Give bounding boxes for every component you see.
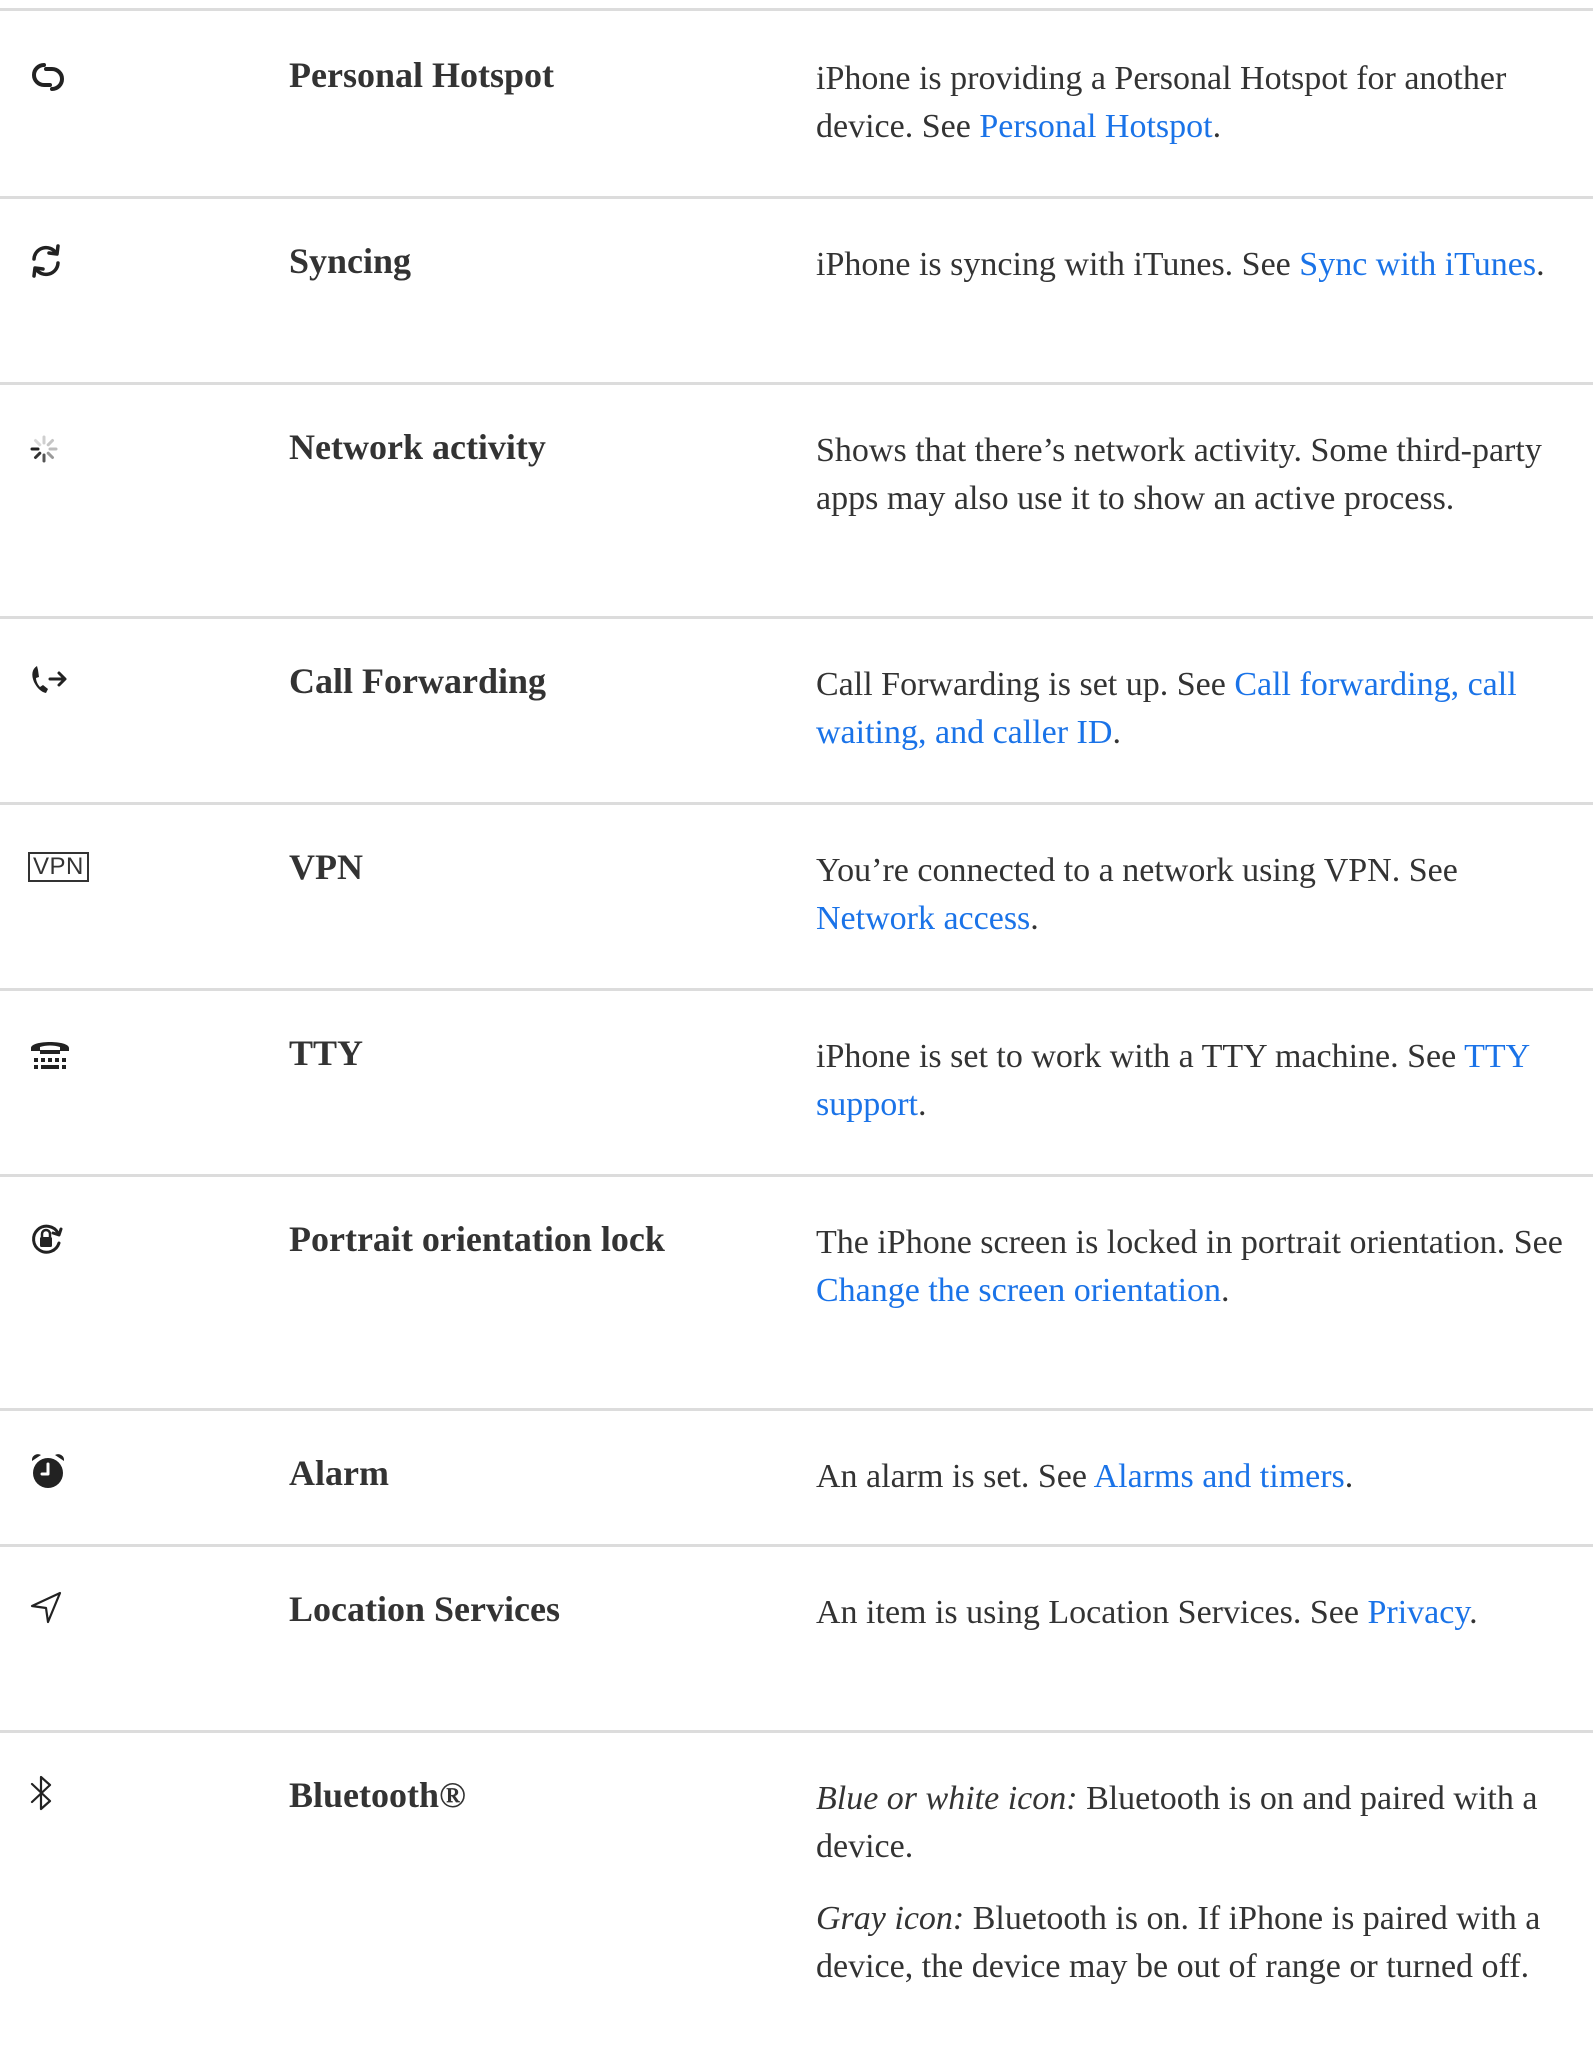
description-text: . [1221,1272,1230,1309]
row-description: iPhone is providing a Personal Hotspot f… [816,55,1584,151]
link-sync-with-itunes[interactable]: Sync with iTunes [1299,246,1536,283]
call-forwarding-icon [28,657,88,701]
personal-hotspot-icon [28,55,88,99]
row-name: VPN [289,847,363,887]
row-name: Location Services [289,1589,560,1629]
description-text: Call Forwarding is set up. See [816,666,1235,703]
alarm-icon [28,1449,88,1493]
row-name: Call Forwarding [289,661,546,701]
link-change-screen-orientation[interactable]: Change the screen orientation [816,1272,1221,1309]
row-description: Shows that there’s network activity. Som… [816,427,1584,523]
description-label: Gray icon: [816,1900,965,1937]
tty-icon [28,1031,88,1075]
row-description: Call Forwarding is set up. See Call forw… [816,661,1584,757]
row-description: Blue or white icon: Bluetooth is on and … [816,1775,1584,1991]
table-row: Location Services An item is using Locat… [0,1544,1593,1733]
description-text: An alarm is set. See [816,1458,1094,1495]
description-text: . [1344,1458,1354,1495]
vpn-icon-label: VPN [28,852,89,882]
orientation-lock-icon [28,1217,88,1261]
description-text: . [1469,1594,1478,1631]
table-row: Portrait orientation lock The iPhone scr… [0,1174,1593,1411]
vpn-icon: VPN [28,845,128,889]
row-name: Bluetooth® [289,1775,466,1815]
row-description: The iPhone screen is locked in portrait … [816,1219,1584,1315]
row-name: Personal Hotspot [289,55,554,95]
table-row: Alarm An alarm is set. See Alarms and ti… [0,1408,1593,1547]
description-label: Blue or white icon: [816,1780,1078,1817]
description-text: . [918,1086,927,1123]
table-row: TTY iPhone is set to work with a TTY mac… [0,988,1593,1177]
row-description: An alarm is set. See Alarms and timers. [816,1453,1584,1501]
description-text: . [1030,900,1039,937]
description-text: iPhone is set to work with a TTY machine… [816,1038,1465,1075]
description-text: iPhone is syncing with iTunes. See [816,246,1300,283]
row-name: Syncing [289,241,412,281]
row-name: Portrait orientation lock [289,1219,665,1259]
table-row: VPN VPN You’re connected to a network us… [0,802,1593,991]
location-icon [28,1585,88,1629]
table-row: Syncing iPhone is syncing with iTunes. S… [0,196,1593,385]
link-privacy[interactable]: Privacy [1367,1594,1469,1631]
sync-icon [28,239,88,283]
description-text: The iPhone screen is locked in portrait … [816,1224,1563,1261]
description-text: . [1536,246,1545,283]
bluetooth-icon [28,1771,88,1815]
row-name: Alarm [289,1453,389,1493]
link-personal-hotspot[interactable]: Personal Hotspot [979,108,1212,145]
network-activity-icon [28,427,88,471]
row-name: Network activity [289,427,546,467]
description-text: You’re connected to a network using VPN.… [816,852,1458,889]
row-description: You’re connected to a network using VPN.… [816,847,1584,943]
link-alarms-and-timers[interactable]: Alarms and timers [1094,1458,1345,1495]
description-text: Shows that there’s network activity. Som… [816,432,1542,517]
description-text: . [1112,714,1121,751]
table-row: Network activity Shows that there’s netw… [0,382,1593,619]
row-description: An item is using Location Services. See … [816,1589,1584,1637]
row-description: iPhone is syncing with iTunes. See Sync … [816,241,1584,289]
table-row: Call Forwarding Call Forwarding is set u… [0,616,1593,805]
row-description: iPhone is set to work with a TTY machine… [816,1033,1584,1129]
table-row: Bluetooth® Blue or white icon: Bluetooth… [0,1730,1593,2071]
description-text: An item is using Location Services. See [816,1594,1368,1631]
row-name: TTY [289,1033,364,1073]
table-row: Personal Hotspot iPhone is providing a P… [0,8,1593,197]
link-network-access[interactable]: Network access [816,900,1030,937]
description-text: . [1212,108,1222,145]
